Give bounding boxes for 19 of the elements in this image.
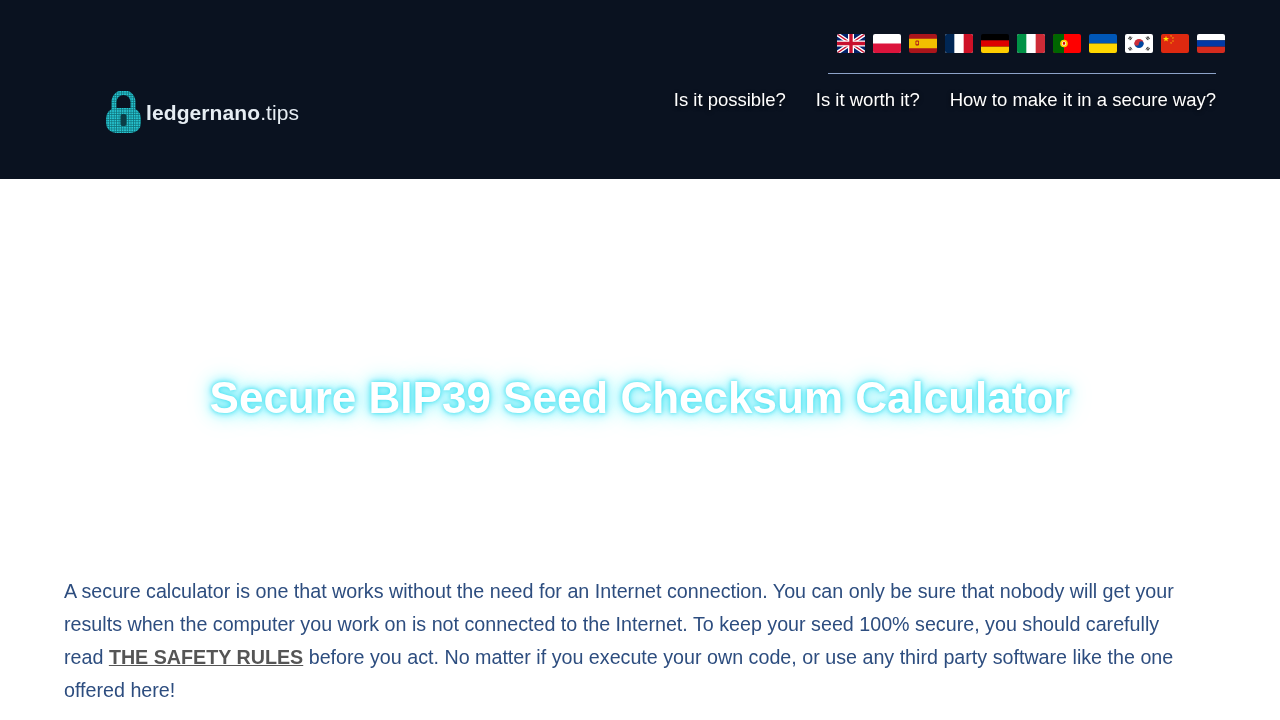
site-logo-text[interactable]: ledgernano.tips: [146, 102, 300, 123]
intro-paragraph: A secure calculator is one that works without the need for an Internet connection. You can only be sure that nobody will get your results when the computer you work on is not connected to the Internet. To keep your seed 100% secure, you should carefully read THE SAFETY RULES before you act. No matter if you execute your own code, or use any third party software like the one offered here!: [64, 579, 1175, 703]
ukraine-flag-icon[interactable]: [1089, 34, 1117, 53]
italy-flag-icon[interactable]: [1017, 34, 1045, 53]
nav-link[interactable]: Is it possible?: [673, 87, 786, 113]
france-flag-icon[interactable]: [945, 34, 973, 53]
padlock-icon: [105, 91, 142, 134]
page-title: Secure BIP39 Seed Checksum Calculator: [175, 341, 1105, 455]
nav-link[interactable]: How to make it in a secure way?: [949, 87, 1216, 113]
russia-flag-icon[interactable]: [1197, 34, 1225, 53]
spain-flag-icon[interactable]: [909, 34, 937, 53]
germany-flag-icon[interactable]: [981, 34, 1009, 53]
uk-flag-icon[interactable]: [837, 34, 865, 53]
nav-link[interactable]: Is it worth it?: [815, 87, 920, 113]
portugal-flag-icon[interactable]: [1053, 34, 1081, 53]
south-korea-flag-icon[interactable]: [1125, 34, 1153, 53]
poland-flag-icon[interactable]: [873, 34, 901, 53]
safety-rules-link[interactable]: THE SAFETY RULES: [108, 646, 304, 668]
china-flag-icon[interactable]: [1161, 34, 1189, 53]
